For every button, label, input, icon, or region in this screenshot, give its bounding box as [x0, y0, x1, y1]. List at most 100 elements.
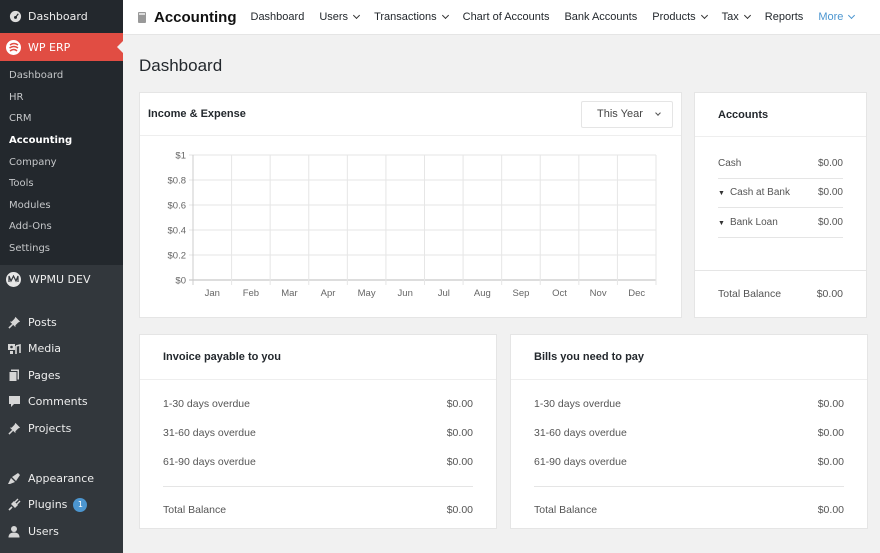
sidebar-item-appearance[interactable]: Appearance	[0, 465, 123, 491]
sidebar-item-posts[interactable]: Posts	[0, 309, 123, 335]
media-icon	[7, 342, 21, 356]
period-select-value: This Year	[597, 108, 643, 120]
nav-label: Reports	[764, 11, 804, 23]
sidebar-item-plugins[interactable]: Plugins 1	[0, 492, 123, 518]
card-header: Bills you need to pay	[511, 335, 867, 380]
chevron-down-icon	[743, 11, 751, 20]
card-title: Bills you need to pay	[534, 351, 645, 363]
aging-label: 61-90 days overdue	[534, 455, 627, 468]
account-row-cash-at-bank[interactable]: ▼ Cash at Bank $0.00	[718, 179, 843, 208]
nav-label: Transactions	[374, 11, 437, 23]
nav-more[interactable]: More	[818, 11, 856, 23]
nav-reports[interactable]: Reports	[765, 11, 804, 23]
nav-products[interactable]: Products	[652, 11, 708, 23]
chevron-down-icon	[655, 109, 661, 116]
x-tick-label: Jul	[438, 288, 450, 299]
account-name: Cash at Bank	[729, 187, 790, 199]
nav-bank-accounts[interactable]: Bank Accounts	[564, 11, 637, 23]
accounts-total: Total Balance $0.00	[695, 270, 866, 317]
admin-sidebar: Dashboard WP ERP Dashboard HR CRM Accoun…	[0, 0, 123, 553]
account-row-cash[interactable]: Cash $0.00	[718, 149, 843, 179]
aging-list: 1-30 days overdue $0.00 31-60 days overd…	[511, 380, 867, 476]
x-tick-label: Sep	[513, 288, 530, 299]
sidebar-item-users[interactable]: Users	[0, 518, 123, 544]
nav-users[interactable]: Users	[319, 11, 361, 23]
x-tick-label: Jun	[398, 288, 413, 299]
y-tick-label: $1	[175, 151, 186, 162]
aging-value: $0.00	[817, 397, 844, 410]
aging-row: 61-90 days overdue $0.00	[163, 447, 473, 476]
nav-label: Chart of Accounts	[462, 11, 550, 23]
card-header: Invoice payable to you	[140, 335, 496, 380]
sidebar-item-label: WPMU DEV	[29, 272, 91, 286]
account-value: $0.00	[817, 187, 843, 199]
chart-svg: $0 $0.2 $0.4 $0.6 $0.8 $1 Jan Feb Mar Apr May Jun Ju…	[168, 151, 657, 299]
submenu-item-add-ons[interactable]: Add-Ons	[0, 216, 123, 238]
card-title: Invoice payable to you	[163, 351, 281, 363]
page-title: Dashboard	[139, 56, 223, 75]
chevron-down-icon	[353, 11, 361, 20]
sidebar-item-media[interactable]: Media	[0, 336, 123, 362]
sidebar-item-label: Plugins	[28, 498, 68, 512]
submenu-item-company[interactable]: Company	[0, 151, 123, 173]
submenu-item-hr[interactable]: HR	[0, 87, 123, 109]
aging-value: $0.00	[817, 426, 844, 439]
y-tick-label: $0.2	[168, 251, 187, 262]
sidebar-item-label: WP ERP	[28, 40, 71, 54]
nav-chart-of-accounts[interactable]: Chart of Accounts	[463, 11, 550, 23]
sidebar-item-label: Users	[28, 524, 59, 538]
sidebar-item-label: Media	[28, 342, 62, 356]
submenu-item-dashboard[interactable]: Dashboard	[0, 65, 123, 87]
account-value: $0.00	[817, 216, 843, 228]
submenu-item-tools[interactable]: Tools	[0, 173, 123, 195]
caret-down-icon[interactable]: ▼	[718, 220, 725, 227]
sidebar-item-label: Pages	[28, 368, 61, 382]
aging-row: 1-30 days overdue $0.00	[163, 389, 473, 418]
card-title: Accounts	[718, 108, 769, 121]
wp-erp-logo-icon	[6, 39, 21, 55]
x-tick-label: Nov	[590, 288, 607, 299]
pushpin-icon	[7, 421, 21, 435]
total-value: $0.00	[817, 504, 844, 516]
sidebar-item-pages[interactable]: Pages	[0, 362, 123, 388]
paintbrush-icon	[7, 471, 21, 485]
aging-row: 31-60 days overdue $0.00	[534, 418, 844, 447]
submenu-item-settings[interactable]: Settings	[0, 238, 123, 260]
accounts-card: Accounts Cash $0.00 ▼ Cash at Bank $0.00 …	[694, 92, 867, 318]
submenu-item-accounting[interactable]: Accounting	[0, 130, 123, 152]
aging-total: Total Balance $0.00	[140, 487, 496, 533]
sidebar-item-wp-erp[interactable]: WP ERP	[0, 33, 123, 61]
account-row-bank-loan[interactable]: ▼ Bank Loan $0.00	[718, 208, 843, 238]
x-tick-label: Feb	[243, 288, 259, 299]
sidebar-item-projects[interactable]: Projects	[0, 415, 123, 441]
chevron-down-icon	[848, 11, 856, 20]
submenu-item-crm[interactable]: CRM	[0, 108, 123, 130]
calculator-icon	[138, 11, 146, 23]
nav-tax[interactable]: Tax	[722, 11, 751, 23]
period-select[interactable]: This Year	[581, 100, 673, 128]
caret-down-icon[interactable]: ▼	[718, 190, 725, 197]
nav-dashboard[interactable]: Dashboard	[251, 11, 305, 23]
income-expense-chart: $0 $0.2 $0.4 $0.6 $0.8 $1 Jan Feb Mar Apr May Jun Ju…	[140, 137, 681, 317]
total-label: Total Balance	[534, 504, 598, 516]
accounting-top-nav: Accounting Dashboard Users Transactions …	[123, 0, 880, 35]
plugin-icon	[7, 498, 21, 512]
brand-title: Accounting	[154, 8, 237, 26]
y-tick-label: $0.6	[168, 201, 187, 212]
user-icon	[7, 524, 21, 538]
x-tick-label: Aug	[474, 288, 491, 299]
sidebar-item-dashboard[interactable]: Dashboard	[0, 0, 123, 33]
sidebar-item-label: Posts	[28, 316, 57, 330]
wp-erp-submenu: Dashboard HR CRM Accounting Company Tool…	[0, 61, 123, 266]
x-tick-label: Dec	[628, 288, 645, 299]
nav-label: Users	[319, 11, 349, 23]
total-value: $0.00	[446, 504, 473, 516]
accounting-brand: Accounting	[138, 9, 237, 26]
y-tick-label: $0.8	[168, 176, 187, 187]
aging-label: 1-30 days overdue	[163, 397, 250, 410]
submenu-item-modules[interactable]: Modules	[0, 195, 123, 217]
sidebar-item-comments[interactable]: Comments	[0, 389, 123, 415]
sidebar-item-wpmu-dev[interactable]: WPMU DEV	[0, 265, 123, 294]
total-label: Total Balance	[718, 288, 782, 300]
nav-transactions[interactable]: Transactions	[374, 11, 449, 23]
